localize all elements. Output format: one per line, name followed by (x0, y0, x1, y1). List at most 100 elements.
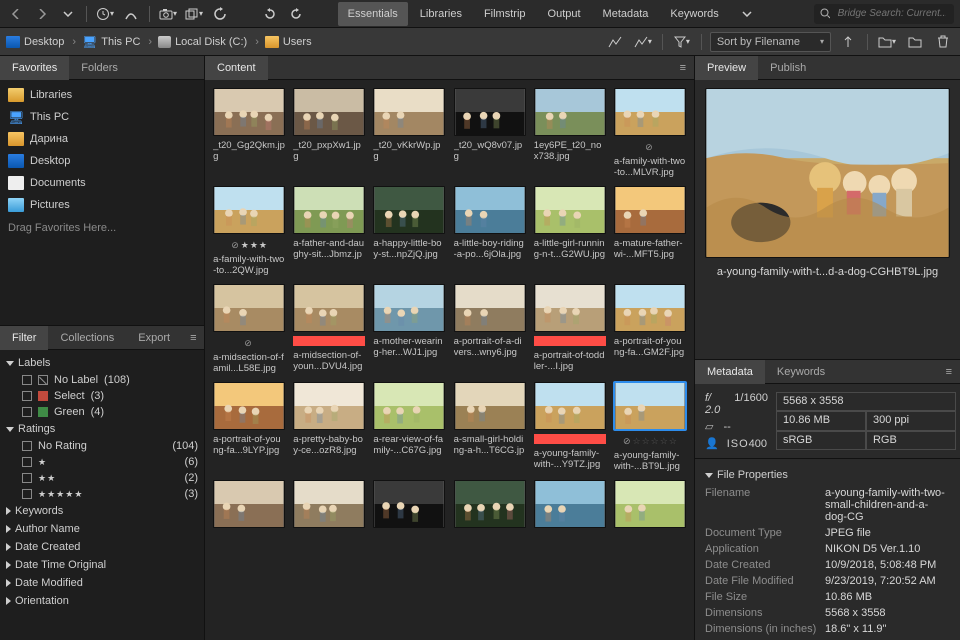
panel-menu-icon[interactable]: ≡ (938, 366, 960, 378)
filter-collapsed[interactable]: Orientation (0, 592, 204, 610)
filter-row[interactable]: Green(4) (0, 404, 204, 420)
thumb-image (534, 88, 606, 136)
sort-asc-icon[interactable] (837, 31, 859, 53)
panel-tab-metadata[interactable]: Metadata (695, 360, 765, 384)
rotate-cw-icon[interactable] (286, 4, 306, 24)
thumbnail[interactable]: _t20_Gg2Qkm.jpg (213, 88, 285, 178)
thumbnail[interactable] (213, 480, 285, 554)
crumb-thispc[interactable]: 🖥This PC› (82, 35, 152, 49)
thumbnail[interactable]: _t20_pxpXw1.jpg (293, 88, 365, 178)
crumb-desktop[interactable]: Desktop› (6, 36, 76, 48)
tabs-more-icon[interactable] (737, 4, 757, 24)
thumbnail[interactable]: _t20_wQ8v07.jpg (453, 88, 525, 178)
filter-collapsed[interactable]: Date Time Original (0, 556, 204, 574)
tab-essentials[interactable]: Essentials (338, 2, 408, 26)
fav-user[interactable]: Дарина (0, 128, 204, 150)
camera-icon[interactable]: ▾ (158, 4, 178, 24)
crumb-label: Desktop (24, 36, 64, 48)
thumbnail[interactable]: ⊘a-midsection-of-famil...L58E.jpg (213, 284, 285, 374)
trash-icon[interactable] (932, 31, 954, 53)
thumbnail[interactable]: a-rear-view-of-family-...C67G.jpg (373, 382, 445, 472)
thumbnail[interactable]: a-mature-father-wi-...MFT5.jpg (614, 186, 686, 276)
fav-libraries[interactable]: Libraries (0, 84, 204, 106)
thumbnail[interactable]: a-portrait-of-a-divers...wny6.jpg (453, 284, 525, 374)
file-prop-value: 18.6" x 11.9" (825, 623, 950, 635)
tab-metadata[interactable]: Metadata (593, 2, 659, 26)
fav-documents[interactable]: Documents (0, 172, 204, 194)
crumb-users[interactable]: Users (265, 36, 312, 48)
panel-tab-filter[interactable]: Filter (0, 326, 48, 350)
thumbnail[interactable] (373, 480, 445, 554)
nav-recent-icon[interactable] (58, 4, 78, 24)
filter-collapsed[interactable]: Author Name (0, 520, 204, 538)
thumbnail[interactable]: a-small-girl-holding-a-h...T6CG.jpg (453, 382, 525, 472)
fav-thispc[interactable]: 🖥This PC (0, 106, 204, 128)
thumbnail[interactable]: ⊘★★★a-family-with-two-to...2QW.jpg (213, 186, 285, 276)
thumbnail[interactable] (453, 480, 525, 554)
search-input[interactable] (836, 7, 948, 20)
fav-pictures[interactable]: Pictures (0, 194, 204, 216)
tab-keywords[interactable]: Keywords (660, 2, 728, 26)
filter-collapsed[interactable]: Date Modified (0, 574, 204, 592)
filter-row[interactable]: Select(3) (0, 388, 204, 404)
panel-tab-content[interactable]: Content (205, 56, 268, 80)
thumbnail[interactable]: ⊘a-family-with-two-to...MLVR.jpg (614, 88, 686, 178)
thumbnail[interactable]: a-little-boy-riding-a-po...6jOla.jpg (453, 186, 525, 276)
filter-funnel-icon[interactable]: ▾ (671, 31, 693, 53)
panel-tab-favorites[interactable]: Favorites (0, 56, 69, 80)
filter-row[interactable]: ★(6) (0, 454, 204, 470)
panel-menu-icon[interactable]: ≡ (672, 62, 694, 74)
filter-ratings-header[interactable]: Ratings (0, 420, 204, 438)
thumbnail[interactable]: _t20_vKkrWp.jpg (373, 88, 445, 178)
panel-tab-export[interactable]: Export (126, 326, 182, 350)
nav-back-icon[interactable] (6, 4, 26, 24)
tab-libraries[interactable]: Libraries (410, 2, 472, 26)
thumbnail[interactable]: a-happy-little-boy-st...npZjQ.jpg (373, 186, 445, 276)
crumb-disk[interactable]: Local Disk (C:)› (158, 36, 259, 48)
thumbnail[interactable]: a-portrait-of-toddler-...I.jpg (534, 284, 606, 374)
history-icon[interactable]: ▾ (95, 4, 115, 24)
thumb-quality-dropdown-icon[interactable]: ▾ (632, 31, 654, 53)
thumbnail[interactable]: a-mother-wearing-her...WJ1.jpg (373, 284, 445, 374)
filter-row[interactable]: No Rating(104) (0, 438, 204, 454)
filter-labels-header[interactable]: Labels (0, 354, 204, 372)
thumb-caption: a-little-boy-riding-a-po...6jOla.jpg (454, 238, 526, 260)
filter-collapsed[interactable]: Keywords (0, 502, 204, 520)
new-folder-icon[interactable]: ▾ (876, 31, 898, 53)
refresh-icon[interactable] (210, 4, 230, 24)
thumbnail[interactable]: a-little-girl-running-n-t...G2WU.jpg (534, 186, 606, 276)
tab-filmstrip[interactable]: Filmstrip (474, 2, 536, 26)
thumbnail[interactable] (534, 480, 606, 554)
filter-row[interactable]: No Label(108) (0, 372, 204, 388)
boomerang-icon[interactable] (121, 4, 141, 24)
sort-dropdown[interactable]: Sort by Filename▾ (710, 32, 831, 52)
panel-tab-preview[interactable]: Preview (695, 56, 758, 80)
thumbnail[interactable]: a-portrait-of-young-fa...9LYP.jpg (213, 382, 285, 472)
thumb-quality-icon[interactable] (604, 31, 626, 53)
thumbnail[interactable]: a-young-family-with-...Y9TZ.jpg (534, 382, 606, 472)
thumbnail[interactable]: a-midsection-of-youn...DVU4.jpg (293, 284, 365, 374)
fav-desktop[interactable]: Desktop (0, 150, 204, 172)
panel-tab-keywords2[interactable]: Keywords (765, 360, 837, 384)
panel-tab-folders[interactable]: Folders (69, 56, 130, 80)
batch-icon[interactable]: ▾ (184, 4, 204, 24)
thumbnail[interactable]: a-portrait-of-young-fa...GM2F.jpg (614, 284, 686, 374)
filter-row[interactable]: ★★(2) (0, 470, 204, 486)
rotate-ccw-icon[interactable] (260, 4, 280, 24)
tab-output[interactable]: Output (538, 2, 591, 26)
thumbnail[interactable]: 1ey6PE_t20_nox738.jpg (534, 88, 606, 178)
file-properties-header[interactable]: File Properties (705, 465, 950, 485)
thumbnail[interactable] (293, 480, 365, 554)
filter-row[interactable]: ★★★★★(3) (0, 486, 204, 502)
panel-tab-publish[interactable]: Publish (758, 56, 818, 80)
thumbnail[interactable]: a-father-and-daughy-sit...Jbmz.jpg (293, 186, 365, 276)
panel-menu-icon[interactable]: ≡ (182, 332, 204, 344)
panel-tab-collections[interactable]: Collections (48, 326, 126, 350)
thumbnail[interactable]: ⊘☆☆☆☆☆a-young-family-with-...BT9L.jpg (614, 382, 686, 472)
nav-forward-icon[interactable] (32, 4, 52, 24)
open-icon[interactable] (904, 31, 926, 53)
thumbnail[interactable] (614, 480, 686, 554)
thumbnail[interactable]: a-pretty-baby-boy-ce...ozR8.jpg (293, 382, 365, 472)
filter-collapsed[interactable]: Date Created (0, 538, 204, 556)
search-box[interactable] (814, 4, 954, 24)
